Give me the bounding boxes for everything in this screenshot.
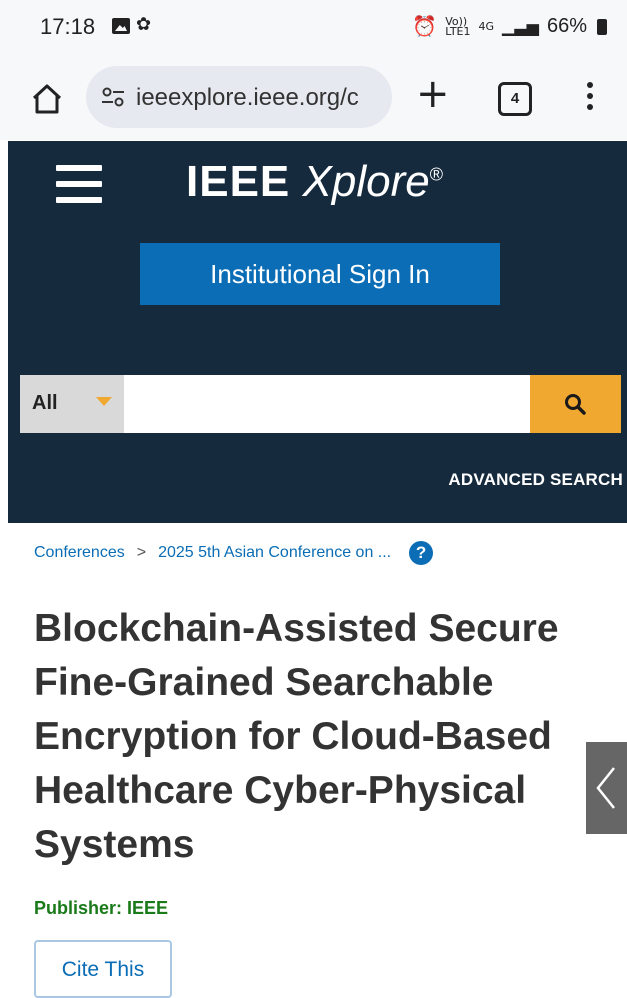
- tab-switcher-button[interactable]: 4: [498, 82, 532, 116]
- side-panel-handle[interactable]: [586, 742, 627, 834]
- status-bar: 17:18 ✿ ⏰ Vo)) LTE1 4G ▁▃▅ 66%: [0, 0, 627, 58]
- gallery-icon: [112, 18, 130, 34]
- url-text[interactable]: ieeexplore.ieee.org/c: [136, 84, 386, 112]
- hamburger-menu-icon[interactable]: [56, 165, 102, 205]
- ieee-xplore-logo[interactable]: IEEE Xplore®: [186, 157, 443, 207]
- home-icon[interactable]: [30, 82, 64, 116]
- help-icon[interactable]: ?: [409, 541, 434, 565]
- publisher-label: Publisher: IEEE: [34, 898, 169, 918]
- breadcrumb: Conferences > 2025 5th Asian Conference …: [34, 541, 434, 565]
- search-button[interactable]: [530, 375, 621, 433]
- network-type: 4G: [478, 19, 495, 33]
- address-bar[interactable]: ieeexplore.ieee.org/c: [86, 66, 392, 128]
- search-bar: All: [20, 375, 621, 433]
- site-settings-icon[interactable]: [100, 84, 126, 110]
- breadcrumb-conference-name[interactable]: 2025 5th Asian Conference on ...: [158, 544, 391, 562]
- new-tab-button[interactable]: +: [416, 74, 450, 114]
- institutional-signin-button[interactable]: Institutional Sign In: [140, 243, 500, 305]
- article-title: Blockchain-Assisted Secure Fine-Grained …: [34, 607, 559, 866]
- breadcrumb-conferences[interactable]: Conferences: [34, 544, 125, 562]
- browser-toolbar: ieeexplore.ieee.org/c + 4: [0, 58, 627, 140]
- battery-level: 66%: [546, 15, 587, 37]
- volte-indicator: Vo)) LTE1: [445, 14, 471, 38]
- signal-icon: ▁▃▅: [502, 18, 539, 36]
- search-scope-dropdown[interactable]: All: [20, 375, 124, 433]
- breadcrumb-separator: >: [136, 544, 147, 561]
- status-indicators: ⏰ Vo)) LTE1 4G ▁▃▅ 66%: [412, 14, 607, 39]
- chevron-down-icon: [96, 397, 112, 406]
- status-time: 17:18: [40, 14, 96, 39]
- advanced-search-link[interactable]: ADVANCED SEARCH: [448, 470, 623, 490]
- search-icon: [565, 394, 586, 415]
- app-icon: ✿: [136, 14, 152, 34]
- browser-menu-icon[interactable]: [585, 82, 595, 116]
- search-input[interactable]: [124, 375, 530, 433]
- search-scope-label: All: [32, 392, 58, 414]
- battery-icon: [597, 18, 607, 35]
- alarm-icon: ⏰: [412, 16, 438, 38]
- cite-this-button[interactable]: Cite This: [34, 940, 172, 998]
- site-header: IEEE Xplore® Institutional Sign In All A…: [8, 141, 627, 523]
- chevron-left-icon: [596, 767, 615, 809]
